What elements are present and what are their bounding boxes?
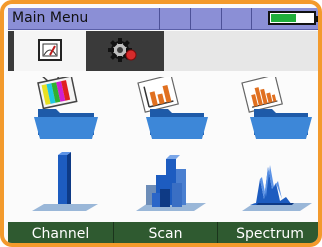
channel-button[interactable]: Channel bbox=[8, 222, 114, 243]
battery-indicator bbox=[268, 11, 318, 25]
scan-button[interactable]: Scan bbox=[114, 222, 218, 243]
page-title: Main Menu bbox=[12, 10, 89, 26]
softkey-bar: Channel Scan Spectrum bbox=[8, 222, 318, 243]
tab-bar bbox=[8, 31, 318, 71]
title-separator bbox=[251, 8, 252, 30]
gear-icon bbox=[108, 38, 137, 62]
tab-bar-empty bbox=[164, 31, 318, 71]
channel-mode-icon[interactable] bbox=[10, 149, 110, 217]
device-screen: Main Menu Channel Scan Spectrum bbox=[0, 0, 322, 247]
battery-fill bbox=[271, 14, 296, 22]
scan-mode-icon[interactable] bbox=[116, 149, 216, 217]
tab-settings[interactable] bbox=[90, 31, 160, 71]
title-separator bbox=[221, 8, 222, 30]
title-bar: Main Menu bbox=[8, 8, 318, 30]
spectrum-folder-icon[interactable] bbox=[220, 74, 318, 145]
main-menu-grid bbox=[8, 69, 318, 221]
title-separator bbox=[159, 8, 160, 30]
scan-folder-icon[interactable] bbox=[116, 74, 216, 145]
spectrum-mode-icon[interactable] bbox=[220, 149, 318, 217]
tab-analysis[interactable] bbox=[14, 31, 86, 71]
battery-terminal bbox=[316, 16, 318, 22]
channel-folder-icon[interactable] bbox=[10, 69, 110, 145]
title-separator bbox=[190, 8, 191, 30]
spectrum-button[interactable]: Spectrum bbox=[218, 222, 318, 243]
meter-icon bbox=[38, 39, 62, 61]
